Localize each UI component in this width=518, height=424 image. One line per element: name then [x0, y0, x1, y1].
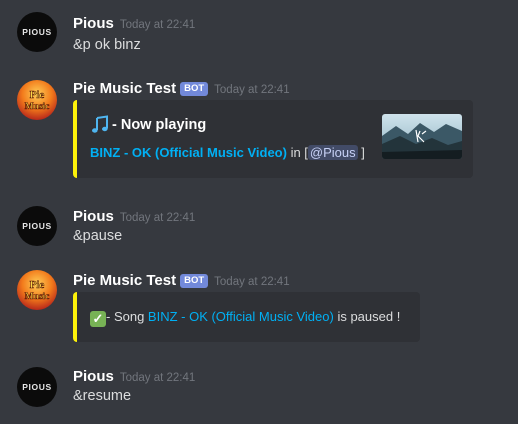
check-mark-icon: ✓ — [90, 311, 106, 327]
timestamp: Today at 22:41 — [119, 212, 196, 224]
avatar[interactable]: PIOUS — [17, 206, 57, 246]
bot-badge: BOT — [180, 274, 209, 288]
message-content: &pause — [73, 228, 123, 244]
video-thumbnail[interactable] — [382, 114, 462, 159]
song-link[interactable]: BINZ - OK (Official Music Video) — [90, 145, 287, 160]
embed-title-text: - Now playing — [112, 117, 207, 133]
musical-note-icon — [92, 115, 108, 133]
paused-embed: ✓ - Song BINZ - OK (Official Music Video)… — [73, 292, 420, 342]
embed-close-bracket: ] — [361, 145, 365, 160]
embed-in-text: in [ — [286, 145, 308, 160]
bot-badge: BOT — [180, 82, 209, 96]
svg-text:Pie: Pie — [30, 279, 45, 291]
username[interactable]: Pious — [73, 368, 114, 385]
user-mention[interactable]: @Pious — [307, 145, 358, 160]
embed-description: ✓ - Song BINZ - OK (Official Music Video)… — [90, 309, 400, 327]
avatar[interactable]: Pie Music — [17, 270, 57, 310]
avatar-text: PIOUS — [22, 27, 52, 37]
username[interactable]: Pie Music Test — [73, 80, 176, 97]
timestamp: Today at 22:41 — [214, 84, 290, 96]
embed-prefix: - Song — [106, 309, 148, 324]
username[interactable]: Pious — [73, 15, 114, 32]
now-playing-embed: - Now playing BINZ - OK (Official Music … — [73, 100, 473, 178]
message-header: Pious Today at 22:41 — [73, 366, 195, 385]
svg-text:Pie: Pie — [30, 89, 45, 101]
avatar-text: PIOUS — [22, 382, 52, 392]
embed-description: BINZ - OK (Official Music Video) in [@Pi… — [90, 145, 365, 160]
message-header: Pious Today at 22:41 — [73, 13, 195, 32]
thumbnail-image — [382, 114, 462, 159]
avatar[interactable]: PIOUS — [17, 12, 57, 52]
avatar[interactable]: Pie Music — [17, 80, 57, 120]
message-header: Pie Music Test BOT Today at 22:41 — [73, 270, 290, 289]
timestamp: Today at 22:41 — [119, 372, 196, 384]
message-content: &p ok binz — [73, 37, 141, 53]
song-link[interactable]: BINZ - OK (Official Music Video) — [148, 309, 334, 324]
avatar-text: PIOUS — [22, 221, 52, 231]
pie-music-logo: Pie Music — [24, 279, 50, 303]
username[interactable]: Pious — [73, 208, 114, 225]
timestamp: Today at 22:41 — [119, 19, 196, 31]
username[interactable]: Pie Music Test — [73, 272, 176, 289]
embed-suffix: is paused ! — [333, 309, 401, 324]
svg-text:Music: Music — [25, 102, 50, 112]
embed-title: - Now playing — [90, 115, 206, 135]
message-header: Pie Music Test BOT Today at 22:41 — [73, 78, 290, 97]
message-content: &resume — [73, 388, 132, 404]
avatar[interactable]: PIOUS — [17, 367, 57, 407]
pie-music-logo: Pie Music — [24, 89, 50, 113]
timestamp: Today at 22:41 — [214, 276, 290, 288]
svg-text:Music: Music — [25, 292, 50, 302]
message-header: Pious Today at 22:41 — [73, 206, 195, 225]
